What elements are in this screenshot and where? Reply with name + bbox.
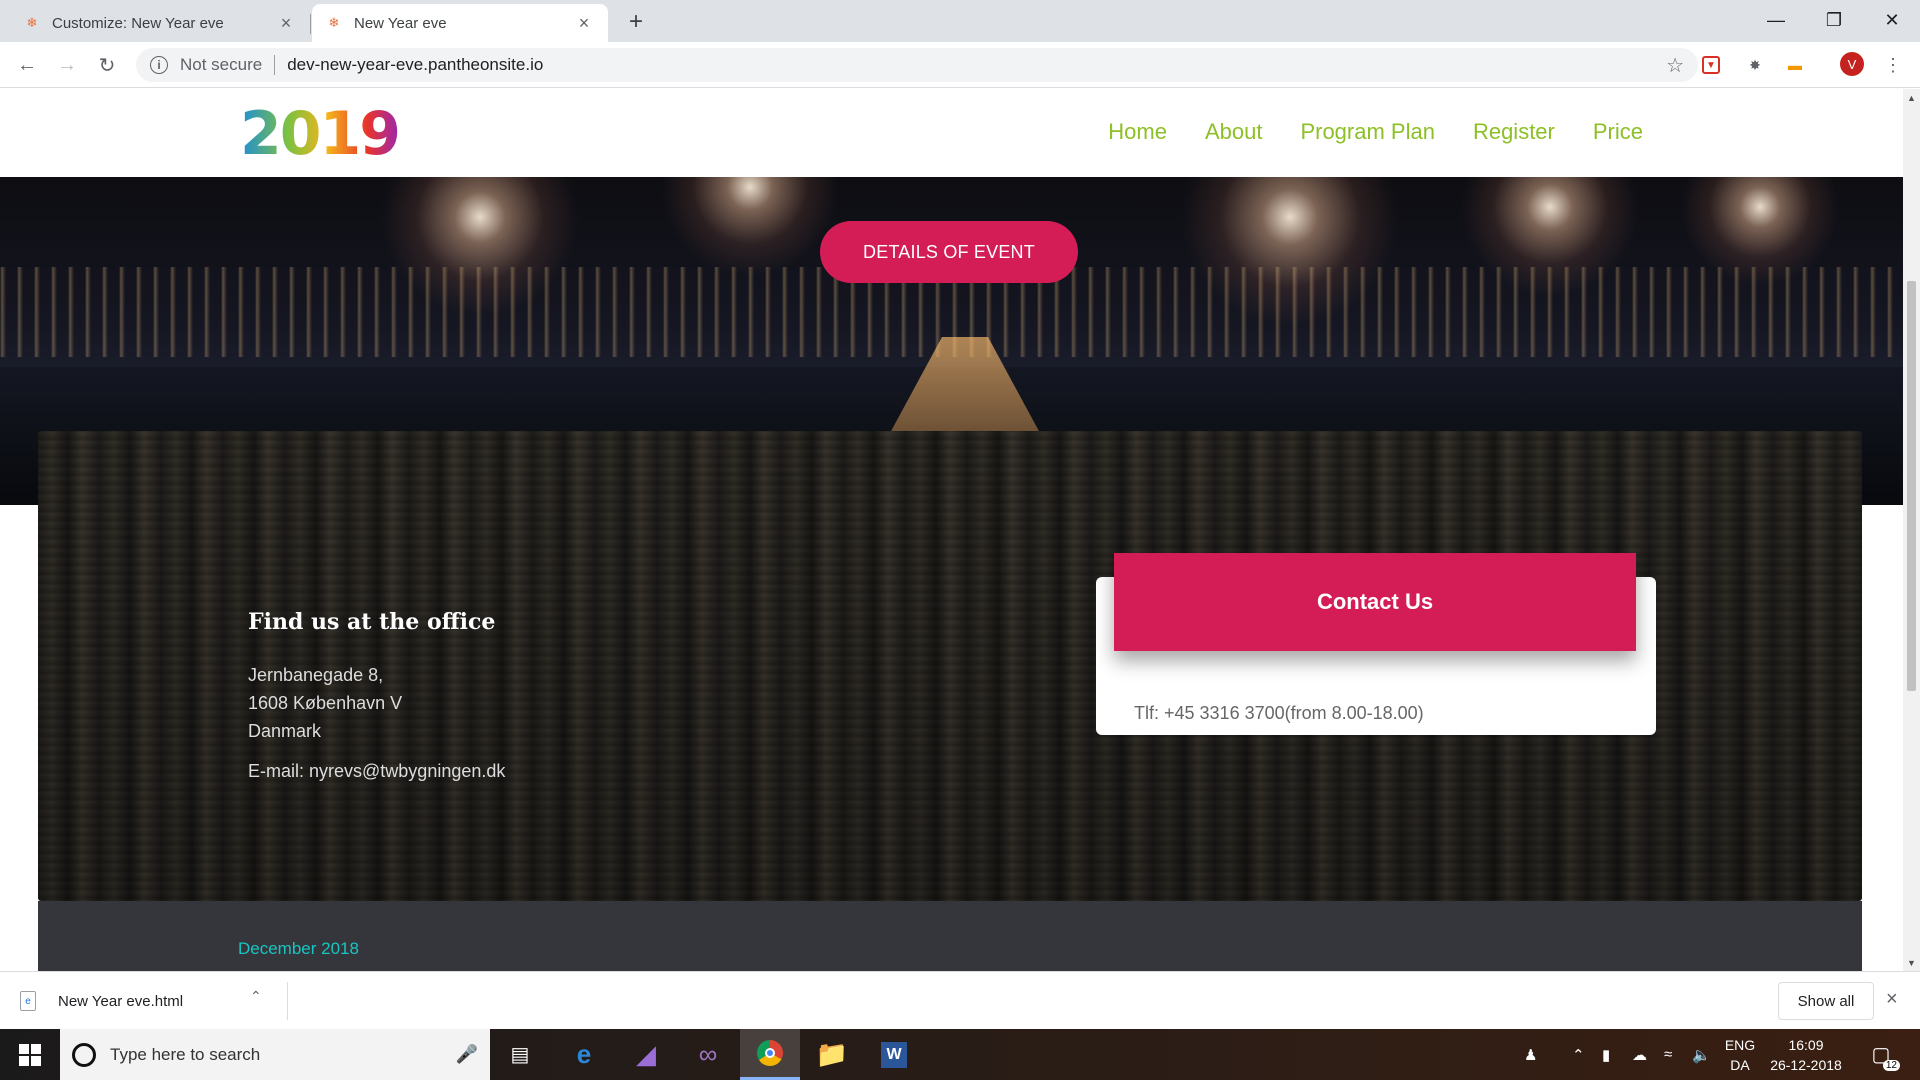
- notification-center-icon[interactable]: ▢ 12: [1866, 1039, 1900, 1071]
- page-scrollbar[interactable]: ▲ ▼: [1903, 89, 1920, 971]
- contact-phone: Tlf: +45 3316 3700(from 8.00-18.00): [1134, 703, 1424, 723]
- address-bar[interactable]: i Not secure dev-new-year-eve.pantheonsi…: [136, 48, 1698, 82]
- language-indicator[interactable]: ENG DA: [1722, 1035, 1758, 1075]
- volume-icon[interactable]: 🔈: [1692, 1029, 1711, 1080]
- onedrive-icon[interactable]: ☁: [1632, 1029, 1647, 1080]
- close-icon[interactable]: ×: [1886, 988, 1898, 1011]
- reload-icon[interactable]: ↻: [92, 50, 122, 80]
- omnibox-separator: [274, 55, 276, 75]
- site-logo[interactable]: 2019: [240, 99, 401, 169]
- battery-icon[interactable]: ▮: [1602, 1029, 1610, 1080]
- tab-strip: ❄ Customize: New Year eve × ❄ New Year e…: [0, 0, 1920, 42]
- scroll-thumb[interactable]: [1907, 281, 1916, 691]
- contact-section: Find us at the office Jernbanegade 8, 16…: [38, 431, 1862, 901]
- minimize-icon[interactable]: —: [1748, 0, 1804, 40]
- windows-taskbar: Type here to search 🎤 ▤ e ◢ ∞ 📁 W ♟ ⌃ ▮ …: [0, 1029, 1920, 1080]
- clock-time: 16:09: [1788, 1037, 1824, 1053]
- tab-new-year-eve[interactable]: ❄ New Year eve ×: [312, 4, 608, 42]
- back-icon[interactable]: ←: [12, 50, 42, 80]
- visual-studio-icon[interactable]: ∞: [678, 1029, 738, 1080]
- close-icon[interactable]: ×: [574, 13, 594, 33]
- nav-about[interactable]: About: [1205, 119, 1263, 145]
- download-bar: e New Year eve.html ⌃ Show all ×: [0, 971, 1920, 1029]
- nav-register[interactable]: Register: [1473, 119, 1555, 145]
- edge-icon[interactable]: e: [554, 1029, 614, 1080]
- tab-customize[interactable]: ❄ Customize: New Year eve ×: [10, 4, 310, 42]
- nav-home[interactable]: Home: [1108, 119, 1167, 145]
- cast-extension-icon[interactable]: ▬: [1784, 54, 1806, 76]
- profile-avatar[interactable]: V: [1840, 52, 1864, 76]
- bookmark-star-icon[interactable]: ☆: [1666, 53, 1684, 78]
- restore-icon[interactable]: ❐: [1806, 0, 1862, 40]
- pantheon-favicon-icon: ❄: [328, 15, 340, 30]
- taskbar-search[interactable]: Type here to search 🎤: [60, 1029, 490, 1080]
- nav-program-plan[interactable]: Program Plan: [1300, 119, 1435, 145]
- download-item[interactable]: e New Year eve.html: [20, 982, 183, 1020]
- info-icon[interactable]: i: [150, 56, 168, 74]
- new-tab-button[interactable]: +: [622, 8, 650, 36]
- task-view-icon[interactable]: ▤: [490, 1029, 550, 1080]
- windows-logo-icon: [19, 1043, 41, 1066]
- address-line: Danmark: [248, 721, 322, 741]
- forward-icon[interactable]: →: [52, 50, 82, 80]
- office-email[interactable]: E-mail: nyrevs@twbygningen.dk: [248, 757, 505, 785]
- address-line: 1608 København V: [248, 693, 403, 713]
- office-info: Find us at the office Jernbanegade 8, 16…: [248, 609, 505, 785]
- html-file-icon: e: [20, 991, 36, 1011]
- search-placeholder: Type here to search: [110, 1044, 261, 1064]
- scroll-up-icon[interactable]: ▲: [1903, 89, 1920, 106]
- file-explorer-icon[interactable]: 📁: [802, 1029, 862, 1080]
- tab-title: New Year eve: [354, 14, 447, 32]
- main-nav: Home About Program Plan Register Price: [1108, 119, 1643, 145]
- download-file-name: New Year eve.html: [58, 992, 184, 1010]
- system-clock[interactable]: 16:09 26-12-2018: [1766, 1035, 1846, 1075]
- chevron-up-icon[interactable]: ⌃: [1572, 1029, 1585, 1080]
- pocket-extension-icon[interactable]: ▼: [1702, 56, 1720, 74]
- cortana-icon: [72, 1042, 96, 1067]
- footer-date[interactable]: December 2018: [238, 939, 359, 959]
- security-label: Not secure: [180, 55, 263, 74]
- tab-title: Customize: New Year eve: [52, 14, 224, 32]
- page-viewport: 2019 Home About Program Plan Register Pr…: [0, 89, 1903, 971]
- pantheon-favicon-icon: ❄: [26, 15, 38, 30]
- chevron-up-icon[interactable]: ⌃: [250, 988, 262, 1005]
- footer-strip: December 2018: [38, 901, 1862, 971]
- nav-price[interactable]: Price: [1593, 119, 1643, 145]
- download-divider: [287, 982, 288, 1020]
- wifi-icon[interactable]: ≈: [1664, 1029, 1672, 1080]
- close-icon[interactable]: ×: [276, 13, 296, 33]
- word-icon[interactable]: W: [864, 1029, 924, 1080]
- firework-burst: [660, 177, 840, 277]
- chrome-icon[interactable]: [740, 1029, 800, 1080]
- notification-count: 12: [1882, 1060, 1900, 1071]
- window-close-icon[interactable]: ✕: [1864, 0, 1920, 40]
- show-all-button[interactable]: Show all: [1778, 982, 1874, 1020]
- details-of-event-button[interactable]: DETAILS OF EVENT: [820, 221, 1078, 283]
- logo-text: 2019: [240, 99, 401, 169]
- site-header: 2019 Home About Program Plan Register Pr…: [0, 89, 1903, 177]
- lang-top: ENG: [1724, 1037, 1756, 1053]
- scroll-down-icon[interactable]: ▼: [1903, 954, 1920, 971]
- start-button[interactable]: [0, 1029, 60, 1080]
- address-line: Jernbanegade 8,: [248, 665, 384, 685]
- vs-code-icon[interactable]: ◢: [616, 1029, 676, 1080]
- microphone-icon[interactable]: 🎤: [456, 1044, 478, 1065]
- contact-us-header: Contact Us: [1114, 553, 1636, 651]
- url-text[interactable]: dev-new-year-eve.pantheonsite.io: [287, 55, 543, 75]
- office-heading: Find us at the office: [248, 609, 496, 635]
- menu-icon[interactable]: ⋮: [1882, 54, 1904, 76]
- contact-us-title: Contact Us: [1316, 589, 1434, 614]
- browser-toolbar: ← → ↻ i Not secure dev-new-year-eve.pant…: [0, 42, 1920, 88]
- people-icon[interactable]: ♟: [1524, 1029, 1537, 1080]
- tab-separator: [310, 14, 311, 34]
- clock-date: 26-12-2018: [1770, 1057, 1842, 1073]
- bug-extension-icon[interactable]: ✸: [1744, 54, 1766, 76]
- lang-bottom: DA: [1730, 1057, 1750, 1073]
